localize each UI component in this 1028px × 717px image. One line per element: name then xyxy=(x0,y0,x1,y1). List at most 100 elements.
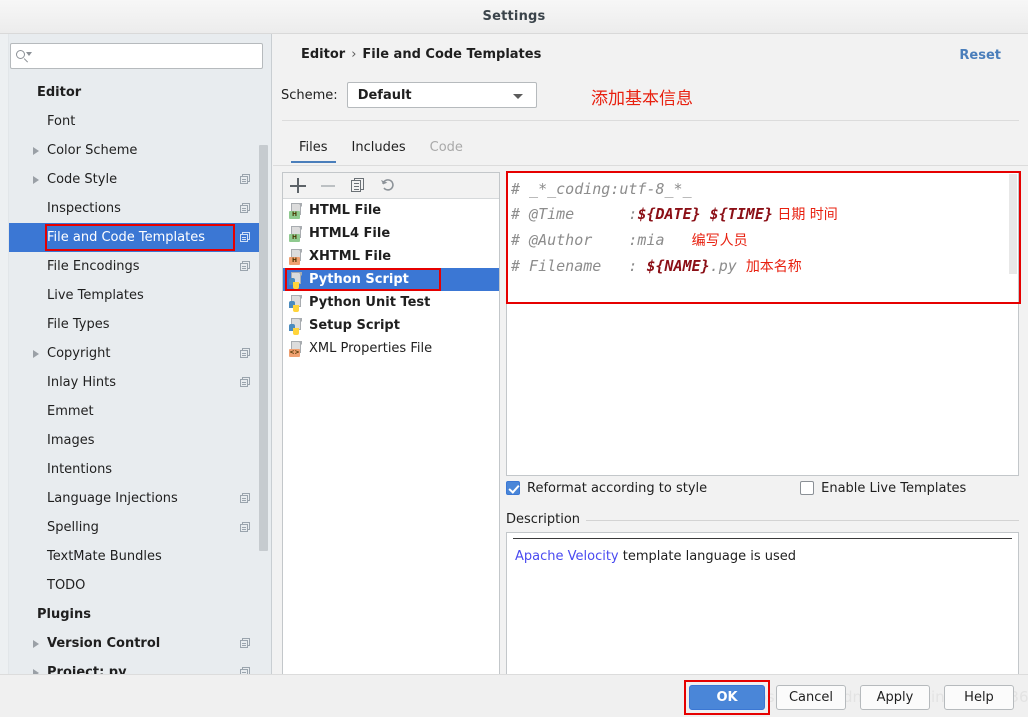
enable-live-templates-checkbox[interactable]: Enable Live Templates xyxy=(800,481,966,496)
template-list-item[interactable]: Setup Script xyxy=(283,314,499,337)
sidebar-item-inlay-hints[interactable]: Inlay Hints xyxy=(9,368,263,397)
copy-settings-icon[interactable] xyxy=(240,348,251,359)
sidebar-scrollbar[interactable] xyxy=(259,145,268,551)
sidebar-item-images[interactable]: Images xyxy=(9,426,263,455)
template-list-item-label: Python Unit Test xyxy=(309,295,431,310)
undo-icon[interactable] xyxy=(380,177,397,194)
scheme-divider xyxy=(282,120,1019,121)
ok-button[interactable]: OK xyxy=(689,685,765,710)
sidebar-item-font[interactable]: Font xyxy=(9,107,263,136)
code-text: # Filename : xyxy=(511,257,647,275)
sidebar-item-spelling[interactable]: Spelling xyxy=(9,513,263,542)
sidebar-item-code-style[interactable]: Code Style xyxy=(9,165,263,194)
reformat-according-to-style-checkbox[interactable]: Reformat according to style xyxy=(506,481,707,496)
copy-settings-icon[interactable] xyxy=(240,203,251,214)
sidebar-item-live-templates[interactable]: Live Templates xyxy=(9,281,263,310)
template-list-item[interactable]: H HTML File xyxy=(283,199,499,222)
template-tabs[interactable]: Files Includes Code xyxy=(287,136,475,163)
minus-icon xyxy=(320,177,337,194)
annotation-add-basic-info: 添加基本信息 xyxy=(591,89,693,109)
plus-icon[interactable] xyxy=(290,177,307,194)
template-editor[interactable]: # _*_coding:utf-8_*_ # @Time :${DATE} ${T… xyxy=(506,172,1019,476)
sidebar-item-file-and-code-templates[interactable]: File and Code Templates xyxy=(9,223,263,252)
template-variable: ${NAME} xyxy=(646,257,710,275)
expand-arrow-icon[interactable] xyxy=(33,640,39,648)
sidebar-item-file-encodings[interactable]: File Encodings xyxy=(9,252,263,281)
help-button[interactable]: Help xyxy=(944,685,1014,710)
copy-settings-icon[interactable] xyxy=(240,232,251,243)
breadcrumb-separator-icon: › xyxy=(351,47,357,62)
tab-code: Code xyxy=(429,140,463,155)
copy-settings-icon[interactable] xyxy=(240,522,251,533)
sidebar-item-label: TODO xyxy=(47,578,86,593)
expand-arrow-icon[interactable] xyxy=(33,350,39,358)
sidebar-item-plugins[interactable]: Plugins xyxy=(9,600,263,629)
description-rest-text: template language is used xyxy=(618,549,797,564)
breadcrumb-leaf: File and Code Templates xyxy=(362,47,542,62)
copy-settings-icon[interactable] xyxy=(240,493,251,504)
checkbox-box xyxy=(800,481,815,495)
search-input-box[interactable] xyxy=(10,43,263,69)
code-line: # @Author :mia 编写人员 xyxy=(511,228,1008,254)
copy-settings-icon[interactable] xyxy=(240,667,251,674)
apply-button[interactable]: Apply xyxy=(860,685,930,710)
search-input[interactable] xyxy=(35,48,235,64)
copy-settings-icon[interactable] xyxy=(240,638,251,649)
sidebar-item-language-injections[interactable]: Language Injections xyxy=(9,484,263,513)
template-list-item[interactable]: Python Unit Test xyxy=(283,291,499,314)
template-code-text: # _*_coding:utf-8_*_ # @Time :${DATE} ${T… xyxy=(511,177,1008,280)
code-line: # @Time :${DATE} ${TIME} 日期 时间 xyxy=(511,202,1008,228)
apache-velocity-link[interactable]: Apache Velocity xyxy=(515,549,619,564)
sidebar-item-file-types[interactable]: File Types xyxy=(9,310,263,339)
checkbox-box xyxy=(506,481,520,495)
sidebar-item-copyright[interactable]: Copyright xyxy=(9,339,263,368)
sidebar-item-emmet[interactable]: Emmet xyxy=(9,397,263,426)
template-list-item[interactable]: H XHTML File xyxy=(283,245,499,268)
tab-files[interactable]: Files xyxy=(287,136,340,163)
code-text: # @Author :mia xyxy=(511,231,692,249)
sidebar-item-inspections[interactable]: Inspections xyxy=(9,194,263,223)
code-line: # Filename : ${NAME}.py 加本名称 xyxy=(511,254,1008,280)
copy-settings-icon[interactable] xyxy=(240,174,251,185)
sidebar-item-label: Version Control xyxy=(47,636,161,651)
sidebar-item-label: File Encodings xyxy=(47,259,140,274)
copy-settings-icon[interactable] xyxy=(240,261,251,272)
template-list-item-label: HTML4 File xyxy=(309,226,391,241)
sidebar-item-textmate-bundles[interactable]: TextMate Bundles xyxy=(9,542,263,571)
expand-arrow-icon[interactable] xyxy=(33,176,39,184)
cancel-button[interactable]: Cancel xyxy=(776,685,846,710)
sidebar-item-label: Language Injections xyxy=(47,491,178,506)
copy-settings-icon[interactable] xyxy=(240,377,251,388)
sidebar-item-label: Inlay Hints xyxy=(47,375,116,390)
chevron-down-icon xyxy=(512,94,523,99)
sidebar-item-label: Font xyxy=(47,114,76,129)
annotation-text: 加本名称 xyxy=(745,259,802,275)
code-text: .py xyxy=(709,257,746,275)
template-list-item-label: HTML File xyxy=(309,203,382,218)
templates-list[interactable]: H HTML File H HTML4 File H XHTML File Python S… xyxy=(283,199,499,698)
reset-link[interactable]: Reset xyxy=(959,48,1001,63)
template-list-item[interactable]: <> XML Properties File xyxy=(283,337,499,360)
sidebar-item-label: Images xyxy=(47,433,95,448)
copy-icon[interactable] xyxy=(350,177,367,194)
editor-scrollbar[interactable] xyxy=(1009,174,1017,274)
sidebar-item-project-py[interactable]: Project: py xyxy=(9,658,263,674)
settings-tree[interactable]: Editor Font Color Scheme Code Style Inspecti… xyxy=(9,78,263,674)
xhtml-file-icon: H xyxy=(289,248,304,265)
sidebar-item-intentions[interactable]: Intentions xyxy=(9,455,263,484)
scheme-select[interactable]: Default xyxy=(346,82,537,108)
sidebar-item-version-control[interactable]: Version Control xyxy=(9,629,263,658)
tabs-divider xyxy=(273,165,1028,166)
template-list-item[interactable]: Python Script xyxy=(283,268,499,291)
template-list-item[interactable]: H HTML4 File xyxy=(283,222,499,245)
breadcrumb: Editor › File and Code Templates xyxy=(301,47,541,62)
sidebar-item-editor[interactable]: Editor xyxy=(9,78,263,107)
expand-arrow-icon[interactable] xyxy=(33,147,39,155)
sidebar-item-color-scheme[interactable]: Color Scheme xyxy=(9,136,263,165)
tab-includes[interactable]: Includes xyxy=(340,136,418,163)
sidebar-item-label: Spelling xyxy=(47,520,99,535)
sidebar-item-label: Project: py xyxy=(47,665,127,674)
sidebar-item-todo[interactable]: TODO xyxy=(9,571,263,600)
sidebar-item-label: Intentions xyxy=(47,462,113,477)
breadcrumb-root[interactable]: Editor xyxy=(301,47,345,62)
